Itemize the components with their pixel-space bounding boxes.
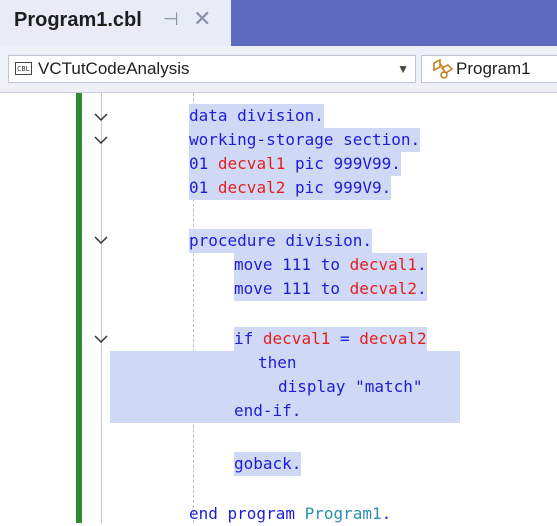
program-member-icon: [430, 58, 454, 85]
code-line: then: [258, 353, 297, 372]
code-line: end-if.: [234, 401, 302, 420]
pin-icon[interactable]: ⊣: [163, 9, 179, 30]
code-line: goback.: [234, 452, 302, 476]
project-name: VCTutCodeAnalysis: [38, 59, 190, 78]
code-line: move 111 to decval1.: [234, 253, 427, 277]
code-line: 01 decval1 pic 999V99.: [189, 152, 401, 176]
code-line: data division.: [189, 104, 324, 128]
close-icon[interactable]: ✕: [193, 6, 211, 32]
navigation-bar: CBL VCTutCodeAnalysis ▼ Program1: [0, 46, 557, 93]
code-editor[interactable]: data division. working-storage section. …: [0, 93, 557, 523]
code-line: procedure division.: [189, 229, 373, 253]
project-dropdown[interactable]: CBL VCTutCodeAnalysis ▼: [8, 55, 416, 83]
collapse-chevron-icon[interactable]: [92, 233, 110, 247]
code-line: move 111 to decval2.: [234, 277, 427, 301]
collapse-chevron-icon[interactable]: [92, 332, 110, 346]
code-line: display "match": [278, 377, 423, 396]
collapse-chevron-icon[interactable]: [92, 110, 110, 124]
outlining-line: [101, 93, 102, 523]
chevron-down-icon[interactable]: ▼: [397, 62, 409, 76]
collapse-chevron-icon[interactable]: [92, 133, 110, 147]
tab-title: Program1.cbl: [14, 9, 142, 31]
code-line: end program Program1.: [189, 504, 392, 523]
cobol-file-icon: CBL: [15, 62, 32, 75]
member-name: Program1: [456, 59, 531, 78]
code-line: 01 decval2 pic 999V9.: [189, 176, 392, 200]
document-tab[interactable]: Program1.cbl ⊣ ✕: [0, 0, 231, 46]
change-tracking-bar: [76, 93, 82, 523]
code-line: if decval1 = decval2: [234, 327, 427, 351]
member-dropdown[interactable]: Program1: [421, 55, 557, 83]
document-tab-strip: Program1.cbl ⊣ ✕: [0, 0, 557, 46]
code-line: working-storage section.: [189, 128, 421, 152]
